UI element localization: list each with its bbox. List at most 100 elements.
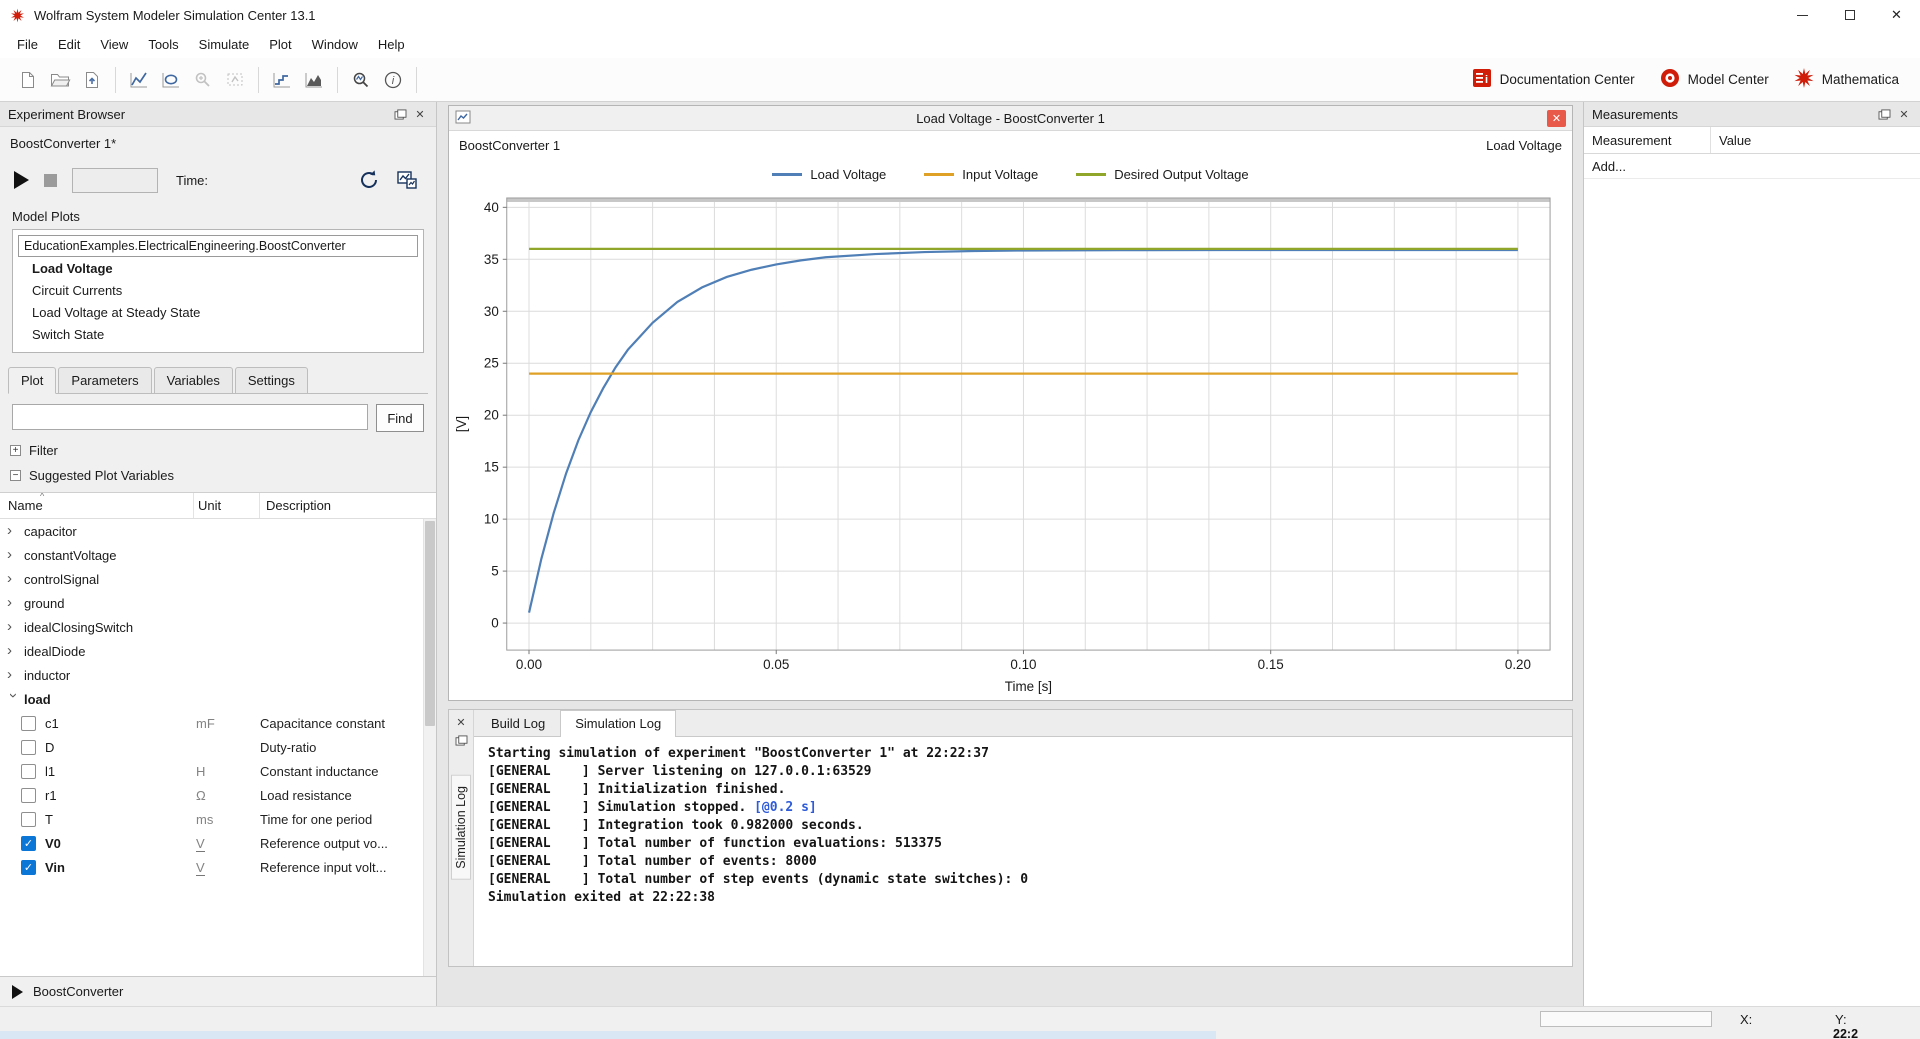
column-header-description[interactable]: Description [260, 493, 436, 518]
close-plot-window-button[interactable]: ✕ [1547, 109, 1566, 127]
menu-window[interactable]: Window [302, 33, 368, 56]
chevron-right-icon[interactable]: › [7, 572, 19, 587]
search-input[interactable] [12, 404, 368, 430]
variable-checkbox[interactable]: ✓ [21, 859, 36, 875]
variable-checkbox[interactable] [21, 787, 36, 803]
model-center-button[interactable]: Model Center [1650, 62, 1778, 97]
menu-simulate[interactable]: Simulate [189, 33, 260, 56]
table-row[interactable]: Tms Time for one period [0, 807, 423, 831]
chevron-right-icon[interactable]: › [7, 548, 19, 563]
column-header-name[interactable]: ^ Name [0, 493, 194, 518]
open-button[interactable] [44, 64, 76, 96]
log-time-link[interactable]: [@0.2 s] [754, 800, 817, 815]
plot-all-button[interactable] [392, 165, 422, 195]
float-log-button[interactable] [452, 731, 471, 749]
variable-checkbox[interactable] [21, 811, 36, 827]
chevron-right-icon[interactable]: › [7, 596, 19, 611]
table-row[interactable]: › inductor [0, 663, 423, 687]
table-row[interactable]: › idealClosingSwitch [0, 615, 423, 639]
legend-swatch [924, 172, 955, 176]
model-plot-item[interactable]: Circuit Currents [18, 279, 418, 301]
column-header-value[interactable]: Value [1711, 127, 1920, 153]
splitter[interactable] [448, 701, 1573, 709]
table-row[interactable]: ✓ V0 V Reference output vo... [0, 831, 423, 855]
table-row[interactable]: l1 H Constant inductance [0, 759, 423, 783]
table-row[interactable]: › ground [0, 591, 423, 615]
model-plot-item[interactable]: Load Voltage at Steady State [18, 301, 418, 323]
menu-help[interactable]: Help [368, 33, 415, 56]
chevron-down-icon[interactable]: › [5, 693, 22, 705]
menu-view[interactable]: View [90, 33, 138, 56]
time-input[interactable] [72, 167, 158, 193]
table-row[interactable]: › controlSignal [0, 567, 423, 591]
export-result-button[interactable] [76, 64, 108, 96]
find-button[interactable]: Find [376, 404, 424, 432]
chevron-right-icon[interactable]: › [7, 668, 19, 683]
chevron-right-icon[interactable]: › [7, 524, 19, 539]
variable-checkbox[interactable]: ✓ [21, 835, 36, 851]
stop-button[interactable] [44, 173, 57, 187]
column-header-unit[interactable]: Unit [194, 493, 260, 518]
menu-tools[interactable]: Tools [138, 33, 188, 56]
variable-unit: Ω [196, 787, 206, 803]
table-row[interactable]: D Duty-ratio [0, 735, 423, 759]
maximize-button[interactable] [1826, 0, 1873, 30]
table-row[interactable]: › capacitor [0, 519, 423, 543]
minimize-button[interactable] [1779, 0, 1826, 30]
toolbar-right-group: i Documentation Center Model Center Math… [1462, 62, 1908, 97]
step-plot-button[interactable] [266, 64, 298, 96]
tab-settings[interactable]: Settings [234, 367, 308, 394]
info-button[interactable]: i [377, 64, 409, 96]
chevron-right-icon[interactable]: › [7, 620, 19, 635]
scrollbar-thumb[interactable] [425, 521, 435, 726]
close-log-button[interactable]: ✕ [452, 713, 471, 731]
documentation-center-button[interactable]: i Documentation Center [1462, 62, 1644, 97]
area-plot-button[interactable] [298, 64, 330, 96]
close-button[interactable]: ✕ [1873, 0, 1920, 30]
variable-checkbox[interactable] [21, 715, 36, 731]
tab-plot[interactable]: Plot [8, 367, 57, 394]
table-row[interactable]: r1 Ω Load resistance [0, 783, 423, 807]
column-header-measurement[interactable]: Measurement [1584, 127, 1711, 153]
collapse-icon[interactable]: − [10, 470, 21, 481]
table-row[interactable]: ✓ Vin V Reference input volt... [0, 855, 423, 879]
tab-variables[interactable]: Variables [153, 367, 233, 394]
float-panel-button[interactable] [1874, 105, 1894, 123]
menu-edit[interactable]: Edit [48, 33, 90, 56]
table-row[interactable]: › load [0, 687, 423, 711]
find-in-plot-button[interactable] [345, 64, 377, 96]
mathematica-button[interactable]: Mathematica [1784, 62, 1908, 97]
new-parametric-plot-button[interactable] [155, 64, 187, 96]
chevron-right-icon[interactable]: › [7, 644, 19, 659]
menu-plot[interactable]: Plot [259, 33, 301, 56]
add-measurement-row[interactable]: Add... [1584, 154, 1920, 179]
suggested-variables-section[interactable]: − Suggested Plot Variables [0, 463, 436, 488]
variable-checkbox[interactable] [21, 739, 36, 755]
zoom-plot-button[interactable] [187, 64, 219, 96]
model-plot-item[interactable]: Switch State [18, 323, 418, 345]
load-voltage-chart[interactable]: 0 5 10 15 20 25 30 35 40 0.00 0.05 0.10 0.15 0.20 [V] T… [451, 189, 1566, 698]
tab-build-log[interactable]: Build Log [476, 710, 560, 736]
expand-icon[interactable]: + [10, 445, 21, 456]
menu-file[interactable]: File [7, 33, 48, 56]
resimulate-button[interactable] [354, 165, 384, 195]
close-panel-button[interactable]: ✕ [410, 105, 430, 123]
variable-checkbox[interactable] [21, 763, 36, 779]
tab-simulation-log[interactable]: Simulation Log [560, 710, 677, 737]
vertical-scrollbar[interactable] [423, 519, 436, 976]
model-plot-item[interactable]: Load Voltage [18, 257, 418, 279]
table-row[interactable]: › idealDiode [0, 639, 423, 663]
model-path-item[interactable]: EducationExamples.ElectricalEngineering.… [18, 235, 418, 257]
filter-section[interactable]: + Filter [0, 438, 436, 463]
experiment-list-item[interactable]: BoostConverter [0, 976, 436, 1006]
play-button[interactable] [14, 171, 29, 189]
close-panel-button[interactable]: ✕ [1894, 105, 1914, 123]
zoom-fit-button[interactable] [219, 64, 251, 96]
table-row[interactable]: › constantVoltage [0, 543, 423, 567]
float-panel-button[interactable] [390, 105, 410, 123]
new-experiment-button[interactable] [12, 64, 44, 96]
new-plot-button[interactable] [123, 64, 155, 96]
tab-parameters[interactable]: Parameters [58, 367, 152, 394]
log-vertical-tab[interactable]: Simulation Log [451, 775, 471, 880]
table-row[interactable]: c1 mF Capacitance constant [0, 711, 423, 735]
